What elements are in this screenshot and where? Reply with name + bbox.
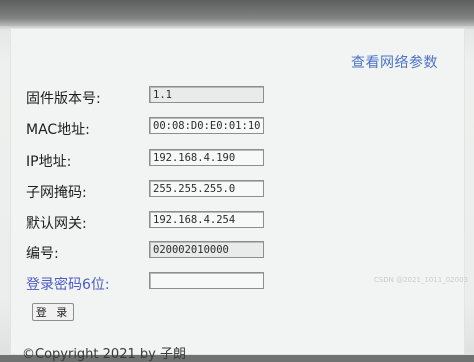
watermark: CSDN @2021_1011_02003 bbox=[373, 276, 468, 284]
device-number-label: 编号: bbox=[26, 246, 59, 262]
device-number-row: 编号: 020002010000 bbox=[0, 241, 474, 263]
subnet-mask-field[interactable]: 255.255.255.0 bbox=[149, 180, 264, 197]
login-button[interactable]: 登 录 bbox=[32, 303, 74, 321]
mac-address-field[interactable]: 00:08:D0:E0:01:10 bbox=[149, 117, 264, 134]
view-network-params-link[interactable]: 查看网络参数 bbox=[351, 52, 438, 72]
default-gateway-label: 默认网关: bbox=[26, 216, 87, 232]
login-password-label: 登录密码6位: bbox=[26, 277, 110, 293]
ip-address-row: IP地址: 192.168.4.190 bbox=[0, 149, 474, 171]
login-password-input[interactable] bbox=[149, 272, 264, 289]
ip-address-field[interactable]: 192.168.4.190 bbox=[149, 149, 264, 166]
firmware-version-field[interactable]: 1.1 bbox=[149, 86, 264, 103]
subnet-mask-label: 子网掩码: bbox=[26, 185, 87, 201]
copyright-footer: ©Copyright 2021 by 子朗 bbox=[22, 347, 186, 362]
mac-address-label: MAC地址: bbox=[26, 122, 90, 138]
firmware-version-label: 固件版本号: bbox=[26, 91, 101, 107]
top-bar bbox=[0, 0, 474, 26]
ip-address-label: IP地址: bbox=[26, 154, 72, 170]
default-gateway-row: 默认网关: 192.168.4.254 bbox=[0, 211, 474, 233]
device-number-field[interactable]: 020002010000 bbox=[149, 241, 264, 258]
default-gateway-field[interactable]: 192.168.4.254 bbox=[149, 211, 264, 228]
subnet-mask-row: 子网掩码: 255.255.255.0 bbox=[0, 180, 474, 202]
mac-address-row: MAC地址: 00:08:D0:E0:01:10 bbox=[0, 117, 474, 139]
firmware-version-row: 固件版本号: 1.1 bbox=[0, 86, 474, 108]
